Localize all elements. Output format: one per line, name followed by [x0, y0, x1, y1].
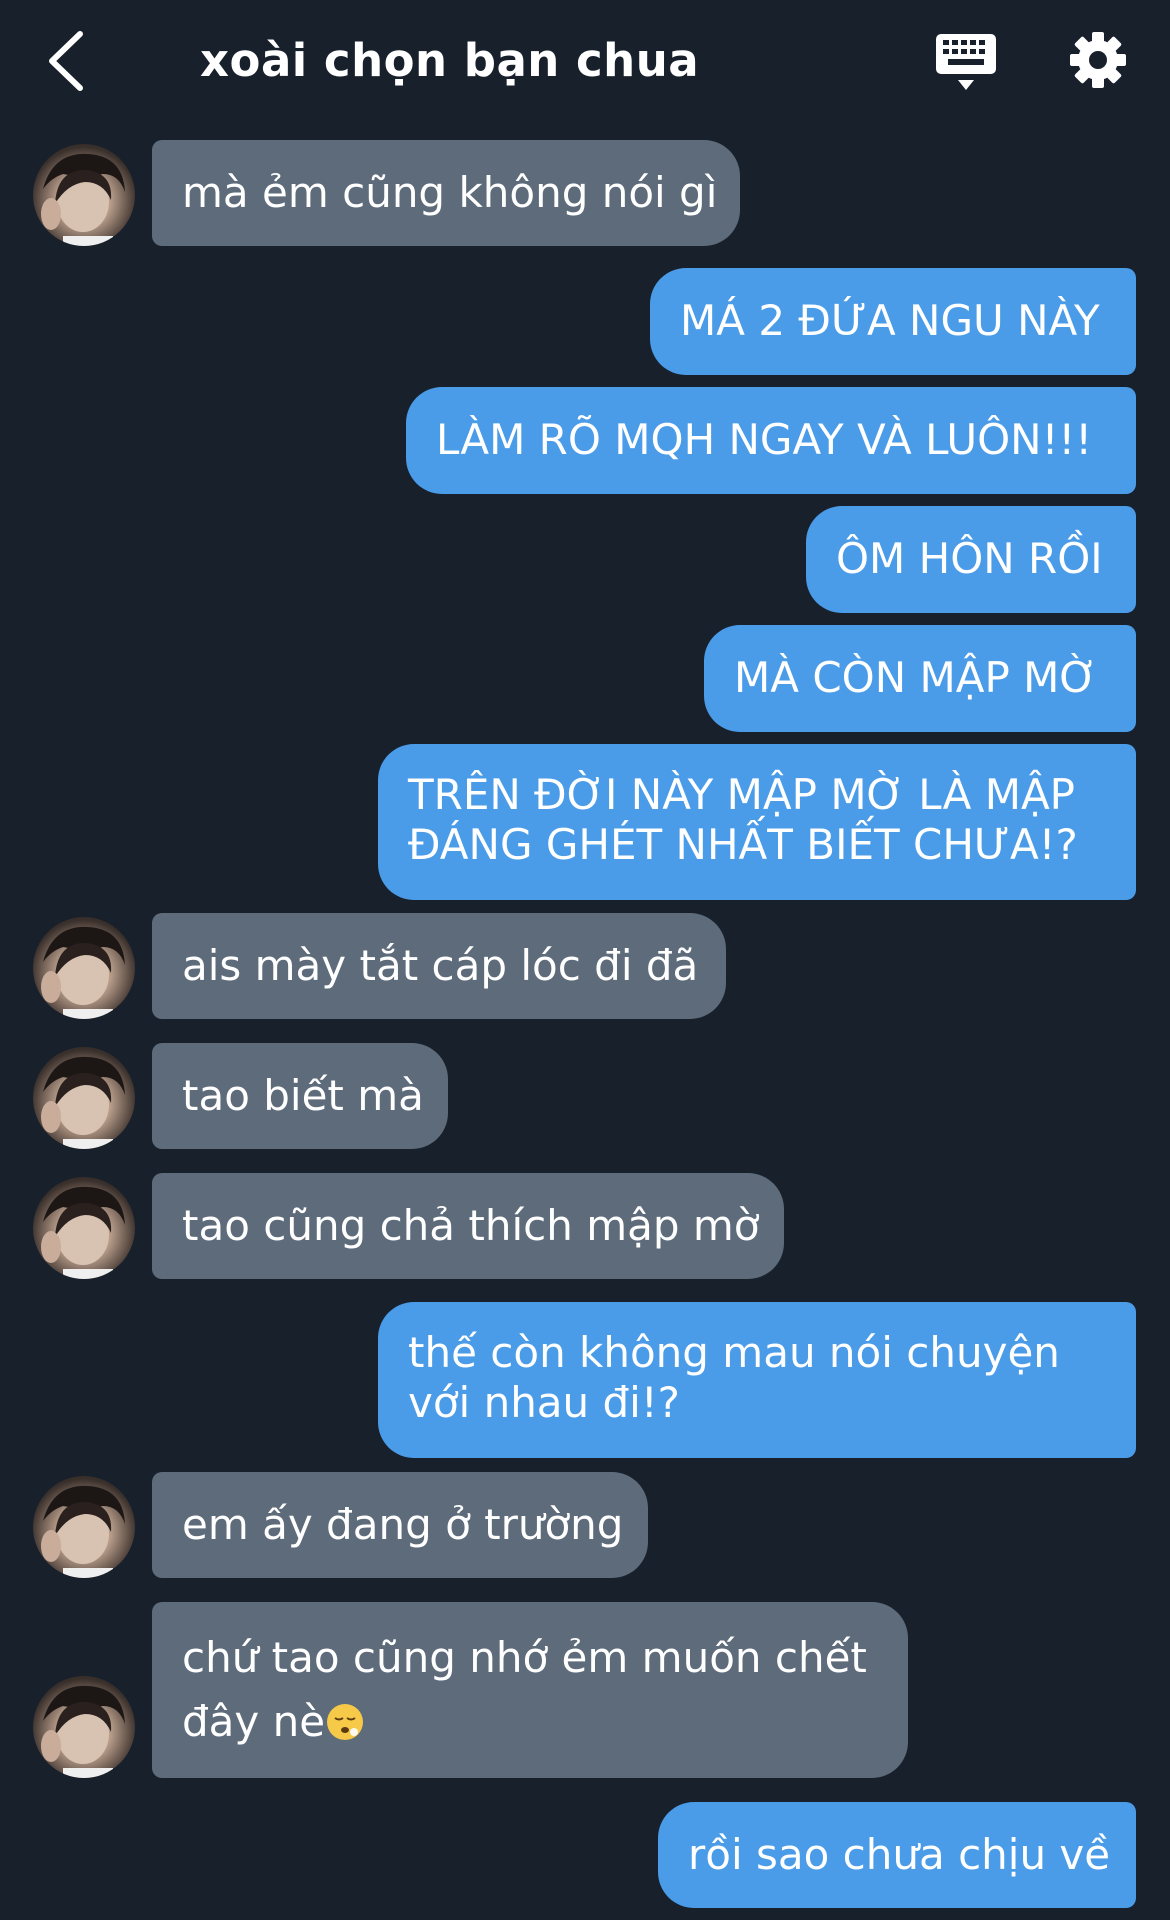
incoming-message-bubble[interactable]: tao cũng chả thích mập mờ [152, 1173, 784, 1279]
message-text: đây nè [182, 1697, 326, 1746]
message-text-line: thế còn không mau nói chuyện [408, 1328, 1060, 1377]
outgoing-message-bubble[interactable]: MÀ CÒN MẬP MỜ [704, 625, 1136, 732]
message-text: rồi sao chưa chịu về [688, 1830, 1111, 1879]
message-row: LÀM RÕ MQH NGAY VÀ LUÔN!!! [0, 387, 1170, 494]
message-row: ÔM HÔN RỒI [0, 506, 1170, 613]
chat-header: xoài chọn bạn chua [0, 0, 1170, 125]
message-row: tao biết mà [0, 1043, 1170, 1149]
incoming-message-bubble[interactable]: ais mày tắt cáp lóc đi đã [152, 913, 726, 1019]
message-row: TRÊN ĐỜI NÀY MẬP MỜ LÀ MẬP ĐÁNG GHÉT NHẤ… [0, 744, 1170, 900]
outgoing-message-bubble[interactable]: ÔM HÔN RỒI [806, 506, 1136, 613]
avatar[interactable] [33, 144, 135, 246]
message-row: em ấy đang ở trường [0, 1472, 1170, 1578]
message-text: MÀ CÒN MẬP MỜ [734, 653, 1098, 702]
message-row: tao cũng chả thích mập mờ [0, 1173, 1170, 1279]
avatar[interactable] [33, 1476, 135, 1578]
message-text: mà ẻm cũng không nói gì [182, 168, 718, 217]
avatar[interactable] [33, 1676, 135, 1778]
message-text-line: TRÊN ĐỜI NÀY MẬP MỜ LÀ MẬP [408, 770, 1075, 819]
message-row: MÁ 2 ĐỨA NGU NÀY [0, 268, 1170, 375]
message-text-line: ĐÁNG GHÉT NHẤT BIẾT CHƯA!? [408, 820, 1078, 869]
message-row: MÀ CÒN MẬP MỜ [0, 625, 1170, 732]
outgoing-message-bubble[interactable]: thế còn không mau nói chuyện với nhau đi… [378, 1302, 1136, 1458]
settings-button[interactable] [1068, 30, 1136, 96]
message-text: ÔM HÔN RỒI [836, 534, 1103, 583]
message-row: mà ẻm cũng không nói gì [0, 140, 1170, 246]
message-text-line: với nhau đi!? [408, 1378, 680, 1427]
message-text: LÀM RÕ MQH NGAY VÀ LUÔN!!! [436, 415, 1093, 464]
gear-icon [1070, 32, 1126, 88]
relieved-face-emoji [327, 1704, 364, 1740]
avatar[interactable] [33, 1047, 135, 1149]
outgoing-message-bubble[interactable]: LÀM RÕ MQH NGAY VÀ LUÔN!!! [406, 387, 1136, 494]
incoming-message-bubble[interactable]: mà ẻm cũng không nói gì [152, 140, 740, 246]
message-row: ais mày tắt cáp lóc đi đã [0, 913, 1170, 1019]
message-row: chứ tao cũng nhớ ẻm muốn chết đây nè [0, 1602, 1170, 1778]
chat-title: xoài chọn bạn chua [200, 34, 700, 87]
outgoing-message-bubble[interactable]: TRÊN ĐỜI NÀY MẬP MỜ LÀ MẬP ĐÁNG GHÉT NHẤ… [378, 744, 1136, 900]
message-text: tao cũng chả thích mập mờ [182, 1201, 760, 1250]
back-button[interactable] [36, 26, 96, 96]
message-text-line: chứ tao cũng nhớ ẻm muốn chết [182, 1633, 867, 1682]
outgoing-message-bubble[interactable]: rồi sao chưa chịu về [658, 1802, 1136, 1908]
outgoing-message-bubble[interactable]: MÁ 2 ĐỨA NGU NÀY [650, 268, 1136, 375]
message-row: thế còn không mau nói chuyện với nhau đi… [0, 1302, 1170, 1458]
incoming-message-bubble[interactable]: em ấy đang ở trường [152, 1472, 648, 1578]
message-text: em ấy đang ở trường [182, 1500, 624, 1549]
chat-screen: xoài chọn bạn chua mà ẻm cũng không nói … [0, 0, 1170, 1920]
message-text: MÁ 2 ĐỨA NGU NÀY [680, 296, 1100, 345]
message-text: tao biết mà [182, 1071, 424, 1120]
incoming-message-bubble[interactable]: chứ tao cũng nhớ ẻm muốn chết đây nè [152, 1602, 908, 1778]
message-row: rồi sao chưa chịu về [0, 1802, 1170, 1908]
avatar[interactable] [33, 917, 135, 1019]
chevron-left-icon [49, 31, 83, 91]
incoming-message-bubble[interactable]: tao biết mà [152, 1043, 448, 1149]
keyboard-button[interactable] [932, 30, 1000, 96]
message-text: ais mày tắt cáp lóc đi đã [182, 941, 699, 990]
message-text-line: đây nè [182, 1690, 878, 1754]
keyboard-icon [936, 34, 996, 90]
avatar[interactable] [33, 1177, 135, 1279]
